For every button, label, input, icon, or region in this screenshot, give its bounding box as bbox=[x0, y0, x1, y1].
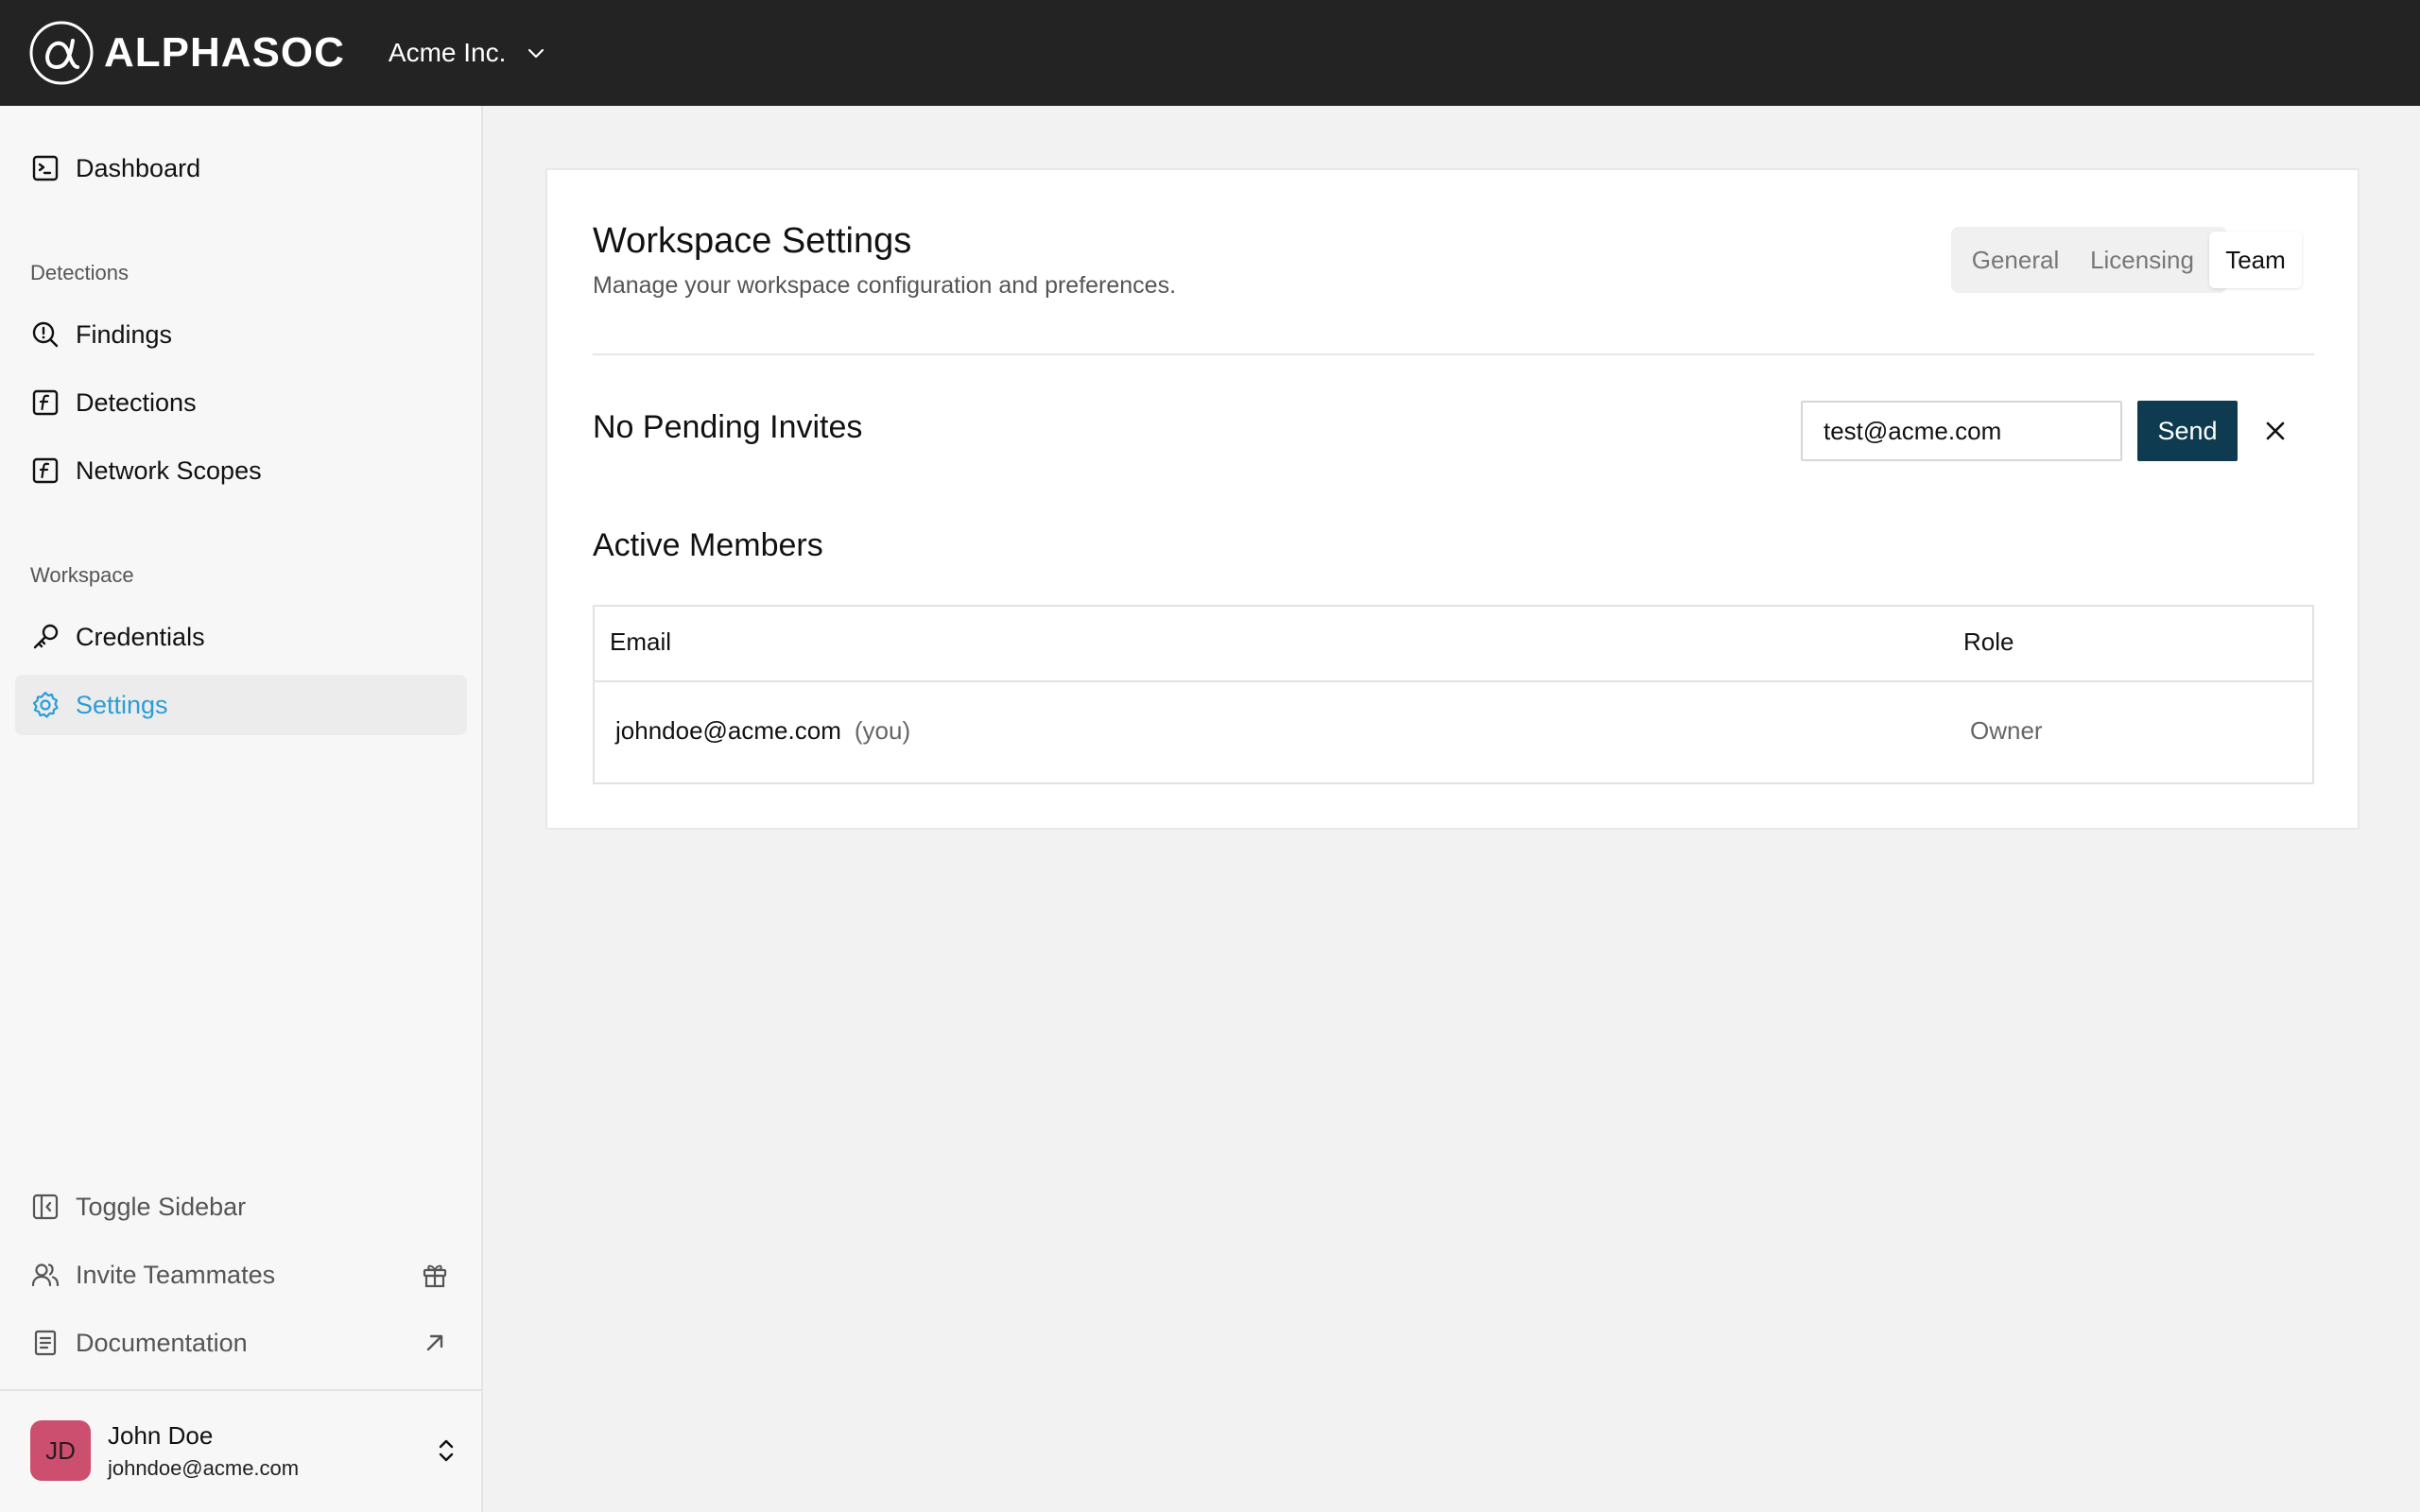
column-header-role: Role bbox=[1963, 627, 2014, 656]
active-members-title: Active Members bbox=[593, 527, 823, 563]
user-menu[interactable]: JD John Doe johndoe@acme.com bbox=[30, 1419, 465, 1482]
user-name: John Doe bbox=[108, 1420, 214, 1450]
sidebar-item-settings[interactable]: Settings bbox=[15, 675, 467, 735]
tab-licensing[interactable]: Licensing bbox=[2075, 232, 2209, 288]
sidebar-item-invite-teammates[interactable]: Invite Teammates bbox=[15, 1245, 467, 1305]
sidebar-toggle-button[interactable]: Toggle Sidebar bbox=[15, 1177, 467, 1237]
sidebar-item-label: Toggle Sidebar bbox=[76, 1192, 247, 1221]
sidebar-item-label: Network Scopes bbox=[76, 455, 262, 485]
users-icon bbox=[31, 1263, 60, 1287]
avatar: JD bbox=[30, 1420, 91, 1481]
search-alert-icon bbox=[32, 321, 59, 348]
page-subtitle: Manage your workspace configuration and … bbox=[593, 272, 1177, 299]
user-email: johndoe@acme.com bbox=[108, 1455, 300, 1480]
sidebar-item-label: Settings bbox=[76, 690, 168, 719]
settings-card: Workspace Settings Manage your workspace… bbox=[545, 168, 2360, 830]
page-title: Workspace Settings bbox=[593, 221, 912, 261]
invite-email-input[interactable] bbox=[1801, 401, 2122, 461]
sidebar-item-detections[interactable]: Detections bbox=[15, 372, 467, 433]
divider bbox=[593, 353, 2314, 355]
sidebar: Dashboard Detections Findings Detections… bbox=[0, 106, 483, 1512]
function-square-icon bbox=[32, 389, 59, 416]
sidebar-item-label: Credentials bbox=[76, 622, 205, 651]
sidebar-item-label: Dashboard bbox=[76, 153, 201, 182]
sidebar-item-label: Findings bbox=[76, 319, 173, 349]
top-bar: ALPHASOC Acme Inc. bbox=[0, 0, 2420, 106]
table-row: johndoe@acme.com (you) Owner bbox=[595, 684, 2312, 782]
sidebar-item-dashboard[interactable]: Dashboard bbox=[15, 138, 467, 198]
chevron-down-icon bbox=[528, 48, 544, 59]
brand-name: ALPHASOC bbox=[104, 29, 345, 76]
member-email: johndoe@acme.com bbox=[615, 716, 841, 745]
panel-left-icon bbox=[32, 1194, 59, 1220]
send-invite-button[interactable]: Send bbox=[2137, 401, 2238, 461]
logo[interactable]: ALPHASOC bbox=[28, 20, 345, 86]
members-table: Email Role johndoe@acme.com (you) Owner bbox=[593, 605, 2314, 784]
tab-general[interactable]: General bbox=[1956, 232, 2075, 288]
section-label-workspace: Workspace bbox=[30, 563, 134, 587]
member-role: Owner bbox=[1970, 716, 2043, 745]
key-icon bbox=[33, 624, 59, 649]
sidebar-divider bbox=[0, 1389, 481, 1391]
org-name: Acme Inc. bbox=[388, 38, 507, 67]
sidebar-item-label: Documentation bbox=[76, 1328, 248, 1357]
chevrons-up-down-icon bbox=[439, 1439, 454, 1462]
gift-icon bbox=[423, 1264, 447, 1288]
external-link-icon bbox=[426, 1334, 443, 1351]
settings-tabs: General Licensing Team bbox=[1951, 227, 2302, 293]
sidebar-item-credentials[interactable]: Credentials bbox=[15, 607, 467, 667]
sidebar-item-network-scopes[interactable]: Network Scopes bbox=[15, 440, 467, 501]
table-header: Email Role bbox=[595, 607, 2312, 682]
gear-icon bbox=[32, 691, 59, 718]
pending-invites-title: No Pending Invites bbox=[593, 409, 863, 445]
org-switcher[interactable]: Acme Inc. bbox=[389, 38, 547, 68]
tab-team[interactable]: Team bbox=[2209, 232, 2302, 288]
sidebar-item-label: Invite Teammates bbox=[76, 1260, 276, 1289]
sidebar-item-findings[interactable]: Findings bbox=[15, 304, 467, 365]
dashboard-icon bbox=[32, 155, 59, 181]
section-label-detections: Detections bbox=[30, 261, 129, 284]
sidebar-item-label: Detections bbox=[76, 387, 197, 417]
alphasoc-logo-icon bbox=[29, 21, 94, 85]
document-icon bbox=[34, 1330, 57, 1356]
close-icon[interactable] bbox=[2260, 416, 2290, 446]
you-tag: (you) bbox=[854, 716, 911, 745]
column-header-email: Email bbox=[610, 627, 672, 656]
sidebar-item-documentation[interactable]: Documentation bbox=[15, 1313, 467, 1373]
member-email-cell: johndoe@acme.com (you) bbox=[615, 716, 910, 746]
function-square-icon bbox=[32, 457, 59, 484]
